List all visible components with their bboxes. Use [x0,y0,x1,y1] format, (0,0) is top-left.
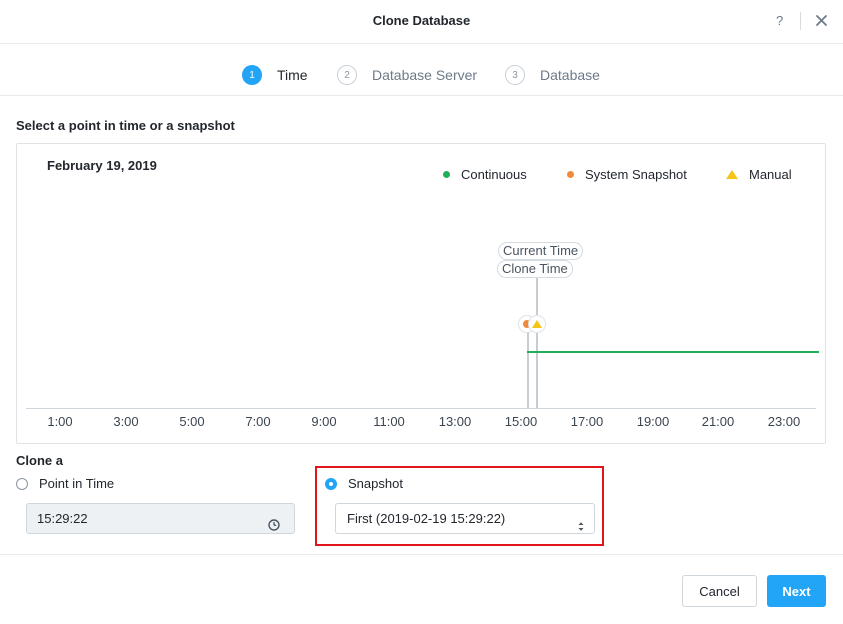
step-label: Database Server [372,67,478,83]
current-time-tag: Current Time [498,242,584,260]
legend-continuous: Continuous [443,167,527,182]
clone-a-label: Clone a [16,453,63,468]
legend-label: Manual [749,167,792,182]
clock-icon[interactable] [268,512,280,531]
tick-label: 7:00 [245,414,271,429]
legend-system-snapshot: System Snapshot [567,167,687,182]
footer-divider [0,554,843,555]
radio-label: Point in Time [39,476,115,491]
yellow-triangle-icon [532,320,542,328]
tick-label: 23:00 [767,414,801,429]
tick-label: 21:00 [701,414,735,429]
close-icon[interactable] [813,10,831,32]
step-number: 2 [337,65,357,85]
tick-label: 19:00 [636,414,670,429]
tick-label: 5:00 [179,414,205,429]
point-in-time-radio[interactable] [16,477,28,490]
yellow-triangle-icon [726,170,738,179]
step-label: Database [540,67,600,83]
snapshot-option[interactable]: Snapshot [325,476,403,491]
tick-label: 9:00 [311,414,337,429]
help-button[interactable]: ? [776,13,783,28]
timeline-axis [26,408,816,409]
step-number: 3 [505,65,525,85]
tick-label: 3:00 [113,414,139,429]
tick-label: 1:00 [47,414,73,429]
header-divider [800,12,801,30]
step-time[interactable]: 1 Time [242,65,308,85]
tick-label: 13:00 [438,414,472,429]
tick-label: 11:00 [373,414,405,429]
dialog-title: Clone Database [372,13,471,28]
green-dot-icon [443,171,450,178]
select-caret-icon [578,513,584,531]
section-label: Select a point in time or a snapshot [16,118,235,133]
legend-manual: Manual [726,167,792,182]
step-database[interactable]: 3 Database [505,65,600,85]
next-button[interactable]: Next [767,575,826,607]
wizard-steps: 1 Time 2 Database Server 3 Database [0,45,843,96]
snapshot-radio[interactable] [325,477,337,490]
tick-label: 17:00 [570,414,604,429]
legend-label: System Snapshot [585,167,687,182]
time-input[interactable]: 15:29:22 [26,503,295,534]
snapshot-select-value: First (2019-02-19 15:29:22) [347,511,506,526]
manual-snapshot-marker[interactable] [528,315,546,333]
orange-dot-icon [567,171,574,178]
legend-label: Continuous [461,167,527,182]
step-database-server[interactable]: 2 Database Server [337,65,477,85]
continuous-range-line[interactable] [527,351,819,353]
timeline-date: February 19, 2019 [47,158,157,173]
cancel-button[interactable]: Cancel [682,575,757,607]
tick-label: 15:00 [504,414,538,429]
point-in-time-option[interactable]: Point in Time [16,476,114,491]
snapshot-marker-line [527,320,529,408]
clone-time-tag[interactable]: Clone Time [497,260,573,278]
step-label: Time [277,67,308,83]
radio-label: Snapshot [348,476,403,491]
timeline-panel[interactable]: February 19, 2019 Continuous System Snap… [16,143,826,444]
step-number: 1 [242,65,262,85]
time-value: 15:29:22 [37,511,88,526]
snapshot-select[interactable]: First (2019-02-19 15:29:22) [335,503,595,534]
current-time-line[interactable] [536,270,538,408]
dialog-header: Clone Database ? [0,0,843,44]
